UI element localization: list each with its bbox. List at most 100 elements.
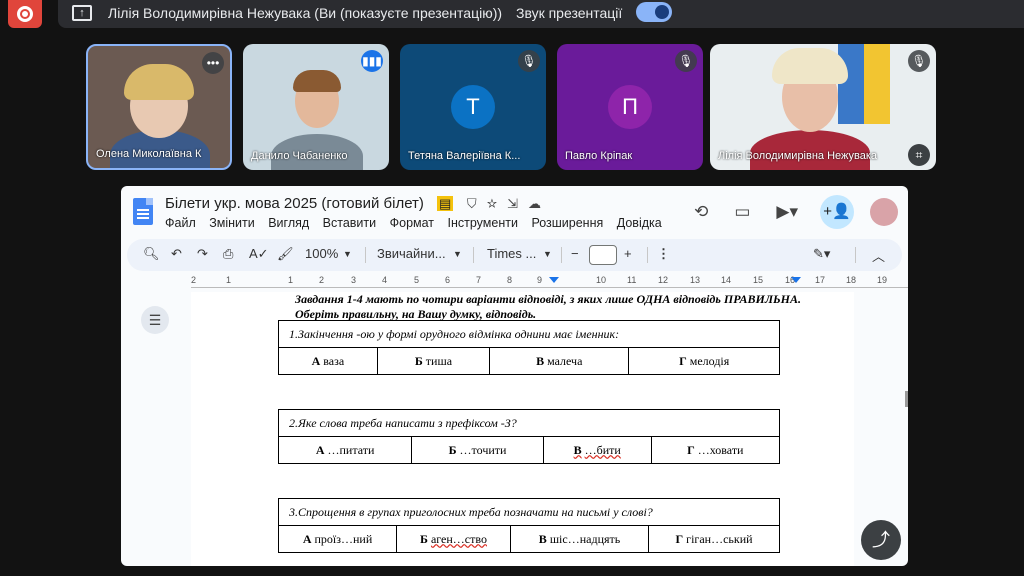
question-table: 2.Яке слова треба написати з префіксом -…	[277, 409, 781, 464]
presenting-bar: ↑ Лілія Володимирівна Нежувака (Ви (пока…	[58, 0, 1024, 28]
right-indent-marker[interactable]	[791, 277, 801, 283]
question-text: 3.Спрощення в групах приголосних треба п…	[278, 498, 780, 526]
meet-video-icon[interactable]: ▶▾	[776, 202, 798, 222]
document-outline-icon[interactable]: ☰	[141, 306, 169, 334]
avatar[interactable]	[870, 198, 898, 226]
docs-window: Білети укр. мова 2025 (готовий білет) ▤ …	[121, 186, 908, 566]
answer-option: Б …точити	[411, 436, 544, 464]
present-screen-icon[interactable]: ↑	[72, 5, 92, 21]
menu-bar: Файл Змінити Вигляд Вставити Формат Інст…	[165, 216, 672, 230]
table-row: А ваза Б тиша В малеча Г мелодія	[278, 347, 780, 375]
toggle-knob	[655, 5, 669, 19]
presenting-status-text: Лілія Володимирівна Нежувака (Ви (показу…	[108, 5, 503, 21]
scrollbar[interactable]	[905, 391, 908, 407]
menu-help[interactable]: Довідка	[617, 216, 662, 230]
participant-name: Данило Чабаненко	[251, 150, 348, 162]
spellcheck-icon[interactable]: A✓	[249, 246, 269, 262]
toolbar-divider	[561, 247, 562, 263]
participant-tile[interactable]: 🎙 ⌗ Лілія Володимирівна Нежувака	[710, 44, 936, 170]
participant-avatar: П	[608, 85, 652, 129]
horizontal-ruler[interactable]: 2 1 1 2 3 4 5 6 7 8 9 10 11 12 13 14 15 …	[191, 275, 908, 289]
answer-option: Б аген…ство	[396, 525, 511, 553]
menu-tools[interactable]: Інструменти	[448, 216, 518, 230]
move-folder-icon[interactable]: ⇲	[507, 196, 528, 211]
history-icon[interactable]: ⟲	[694, 202, 708, 222]
participant-name: Павло Кріпак	[565, 150, 633, 162]
flag-yellow	[864, 44, 890, 124]
chevron-down-icon: ▼	[543, 249, 552, 259]
more-options-icon[interactable]: ⋮	[657, 246, 670, 262]
crop-icon[interactable]: ⌗	[908, 144, 930, 166]
menu-insert[interactable]: Вставити	[323, 216, 376, 230]
participant-tile[interactable]: ••• Олена Миколаївна К	[86, 44, 232, 170]
answer-option: В малеча	[489, 347, 630, 375]
participant-name: Тетяна Валеріївна К...	[408, 150, 521, 162]
editor-mode-icon[interactable]: ▤	[437, 196, 454, 211]
security-icon[interactable]: ⛉	[467, 196, 487, 211]
table-row: А проїз…ний Б аген…ство В шіс…надцять Г …	[277, 525, 780, 553]
star-icon[interactable]: ☆	[487, 196, 507, 211]
undo-icon[interactable]: ↶	[171, 246, 182, 262]
answer-option: В шіс…надцять	[509, 525, 650, 553]
collapse-toolbar-icon[interactable]: ︿	[872, 246, 885, 265]
record-icon	[17, 6, 33, 22]
paint-format-icon[interactable]: 🖌︎	[277, 246, 294, 262]
table-row: А …питати Б …точити В …бити Г …ховати	[277, 436, 781, 464]
question-table: 3.Спрощення в групах приголосних треба п…	[277, 498, 780, 553]
cloud-status-icon[interactable]: ☁	[528, 196, 551, 211]
title-actions: ▤ ⛉☆⇲☁	[437, 196, 551, 212]
answer-option: Г гіган…ський	[648, 525, 780, 553]
question-table: 1.Закінчення -ою у формі орудного відмін…	[278, 320, 780, 375]
comments-icon[interactable]: ▭	[734, 202, 750, 222]
menu-file[interactable]: Файл	[165, 216, 196, 230]
participant-tile[interactable]: Т 🎙 Тетяна Валеріївна К...	[400, 44, 546, 170]
more-options-icon[interactable]: •••	[202, 52, 224, 74]
recording-indicator[interactable]	[8, 0, 42, 28]
toolbar-divider	[473, 247, 474, 263]
question-text: 2.Яке слова треба написати з префіксом -…	[278, 409, 780, 437]
share-icon[interactable]: ⤴	[861, 520, 901, 560]
print-icon[interactable]: ⎙	[223, 246, 233, 262]
toolbar-divider	[855, 247, 856, 263]
participant-tile[interactable]: ▮▮▮ Данило Чабаненко	[243, 44, 389, 170]
instruction-text: Завдання 1-4 мають по чотири варіанти ві…	[295, 292, 801, 321]
search-menus-icon[interactable]: 🔍︎	[143, 246, 160, 262]
flag-blue	[838, 44, 864, 124]
share-button[interactable]: +👤	[820, 195, 854, 229]
meeting-top-bar: ↑ Лілія Володимирівна Нежувака (Ви (пока…	[0, 0, 1024, 28]
answer-option: А …питати	[277, 436, 413, 464]
participant-name: Лілія Володимирівна Нежувака	[718, 150, 878, 162]
presentation-sound-toggle[interactable]	[636, 2, 672, 22]
paragraph-style-select[interactable]: Звичайни...	[377, 246, 446, 261]
chevron-down-icon: ▼	[343, 249, 352, 259]
document-page[interactable]: Завдання 1-4 мають по чотири варіанти ві…	[191, 292, 854, 566]
chevron-down-icon: ▼	[453, 249, 462, 259]
menu-extensions[interactable]: Розширення	[531, 216, 603, 230]
formatting-toolbar: 🔍︎ ↶ ↷ ⎙ A✓ 🖌︎ 100% ▼ Звичайни... ▼ Time…	[127, 239, 902, 271]
answer-option: В …бити	[542, 436, 652, 464]
answer-option: А проїз…ний	[277, 525, 398, 553]
font-select[interactable]: Times ...	[487, 246, 536, 261]
participant-tile[interactable]: П 🎙 Павло Кріпак	[557, 44, 703, 170]
menu-edit[interactable]: Змінити	[209, 216, 255, 230]
document-title[interactable]: Білети укр. мова 2025 (готовий білет)	[165, 195, 424, 212]
answer-option: А ваза	[278, 347, 378, 375]
menu-view[interactable]: Вигляд	[268, 216, 309, 230]
editing-mode-icon[interactable]: ✎▾	[813, 246, 830, 262]
mic-off-icon: 🎙	[518, 50, 540, 72]
redo-icon[interactable]: ↷	[197, 246, 208, 262]
font-size-input[interactable]	[589, 245, 617, 265]
left-indent-marker[interactable]	[549, 277, 559, 283]
mic-off-icon: 🎙	[908, 50, 930, 72]
menu-format[interactable]: Формат	[390, 216, 434, 230]
toolbar-divider	[365, 247, 366, 263]
answer-option: Г мелодія	[628, 347, 780, 375]
presentation-sound-label: Звук презентації	[516, 5, 623, 21]
decrease-font-size-icon[interactable]: −	[571, 246, 579, 261]
zoom-select[interactable]: 100%	[305, 246, 338, 261]
docs-logo-icon[interactable]	[133, 198, 153, 225]
toolbar-divider	[647, 247, 648, 263]
speaking-indicator-icon: ▮▮▮	[361, 50, 383, 72]
participant-name: Олена Миколаївна К	[96, 148, 202, 160]
increase-font-size-icon[interactable]: +	[624, 246, 632, 261]
